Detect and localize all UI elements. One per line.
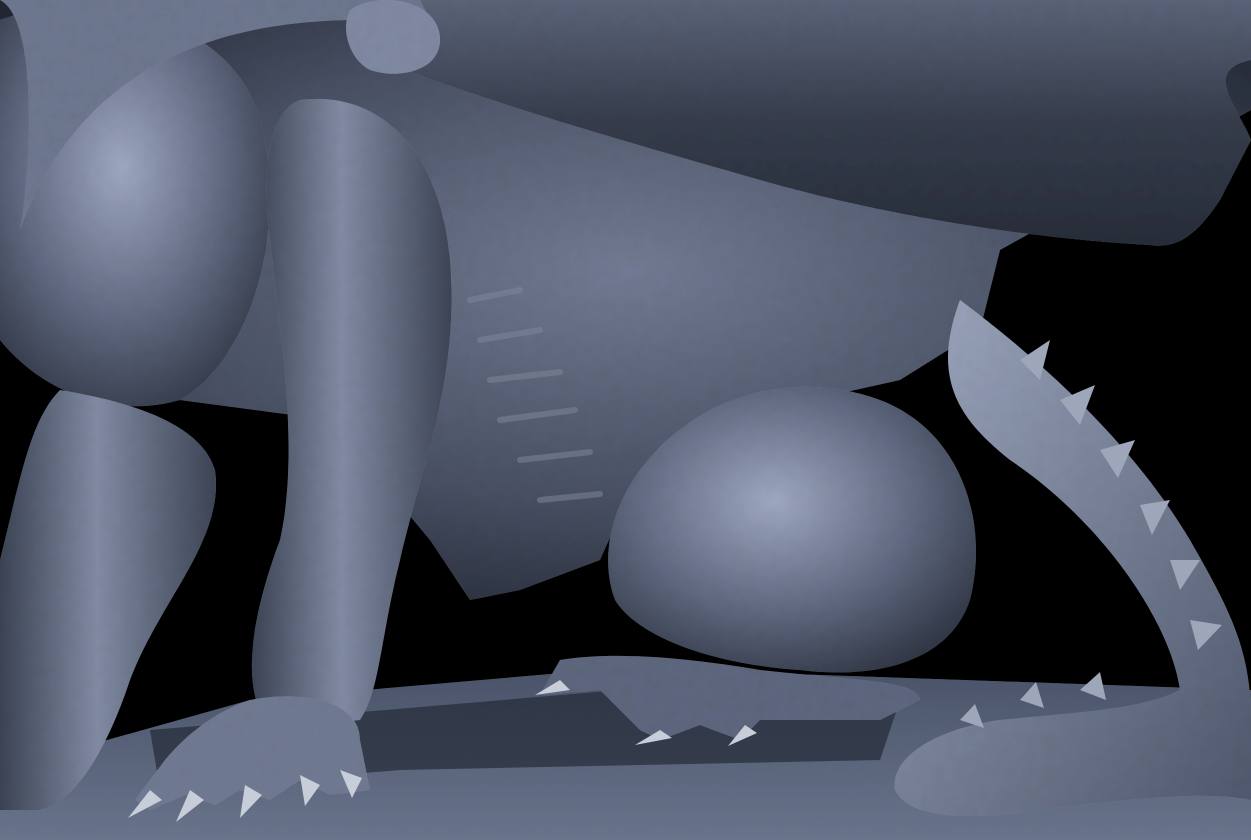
dragon-render bbox=[0, 0, 1251, 840]
